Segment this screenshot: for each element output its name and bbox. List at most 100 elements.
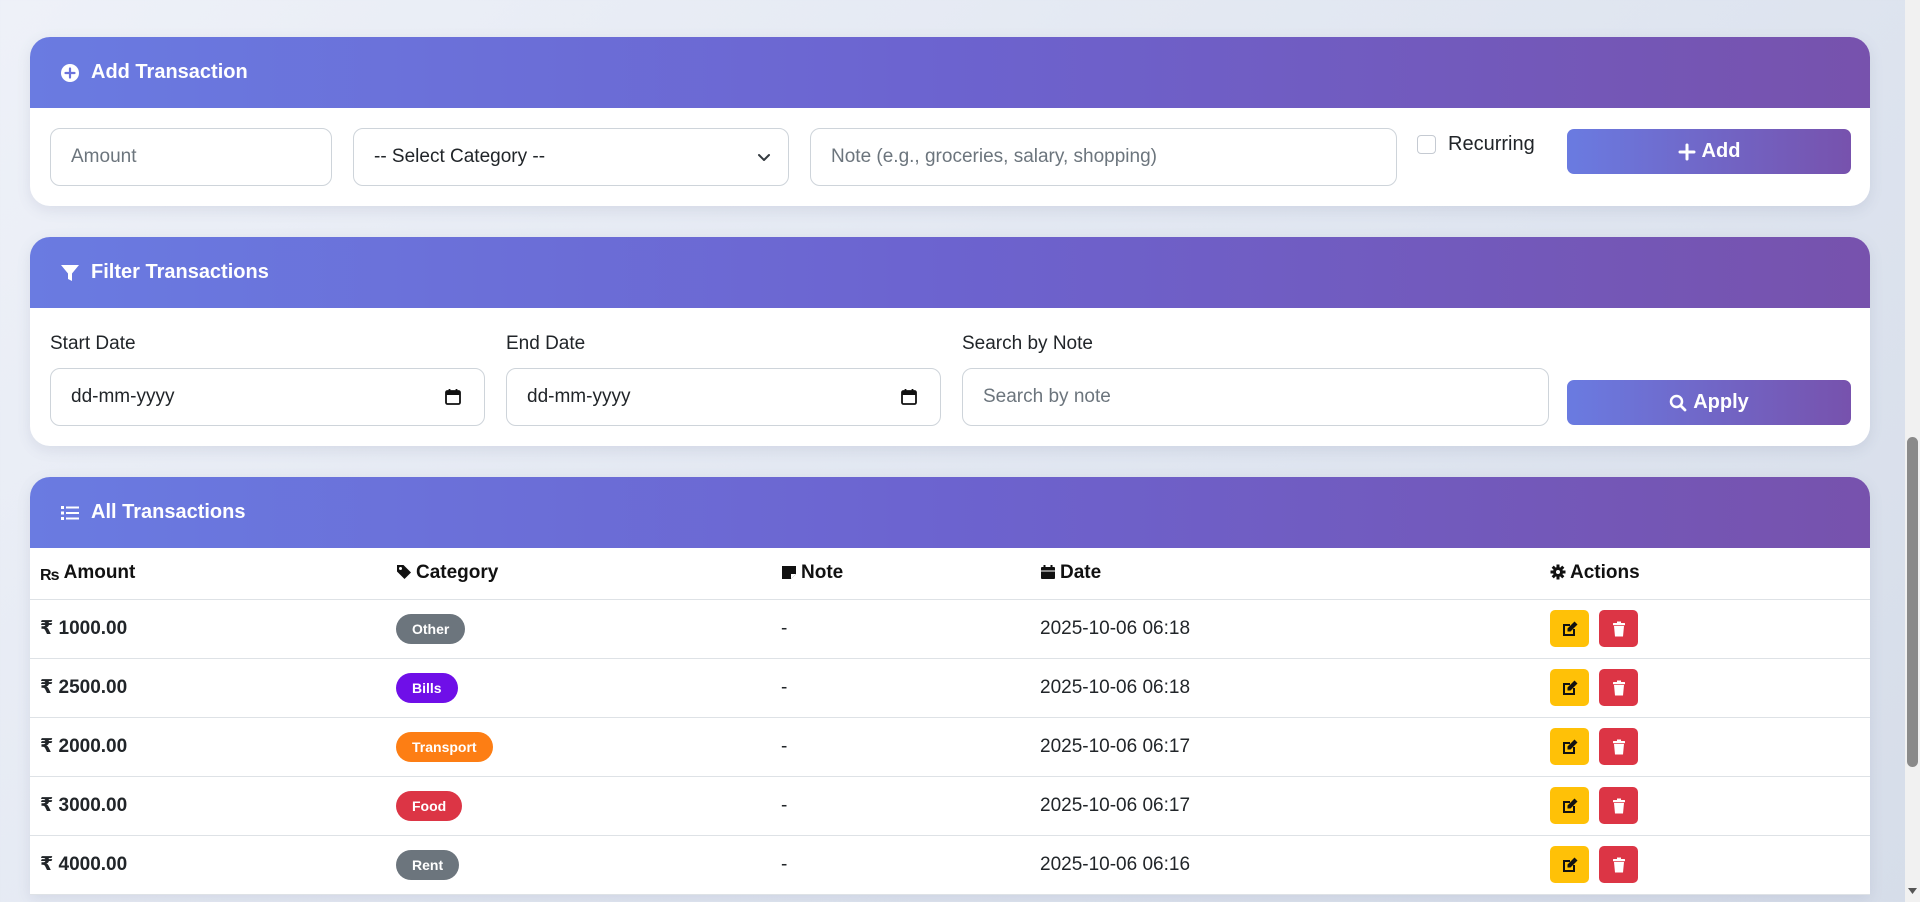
table-row[interactable]: ₹ 4000.00 Rent - 2025-10-06 06:16 [30,835,1870,895]
edit-button[interactable] [1550,728,1589,765]
add-transaction-form: Amount -- Select Category -- Note (e.g.,… [30,108,1870,206]
row-actions [1540,599,1870,659]
column-date[interactable]: Date [1030,548,1540,600]
edit-button[interactable] [1550,610,1589,647]
note-input[interactable]: Note (e.g., groceries, salary, shopping) [810,128,1397,186]
page-content: Add Transaction Amount -- Select Categor… [30,37,1870,902]
start-date-input[interactable]: dd-mm-yyyy [50,368,485,426]
edit-icon [1562,798,1577,813]
add-transaction-header: Add Transaction [30,37,1870,108]
edit-icon [1562,857,1577,872]
search-note-input[interactable]: Search by note [962,368,1549,426]
column-date-label: Date [1060,562,1102,584]
edit-icon [1562,621,1577,636]
calendar-icon[interactable] [444,388,462,406]
tag-icon [397,565,411,580]
row-date: 2025-10-06 06:16 [1030,835,1540,895]
start-date-label: Start Date [50,333,136,354]
column-category[interactable]: Category [386,548,771,600]
recurring-checkbox[interactable] [1417,135,1436,154]
row-amount: ₹ 4000.00 [30,835,386,895]
filter-title: Filter Transactions [91,261,269,283]
edit-icon [1562,739,1577,754]
sticky-note-icon [782,566,796,580]
row-category: Rent [386,835,771,895]
category-select-value: -- Select Category -- [374,146,546,167]
search-note-placeholder: Search by note [983,386,1111,407]
start-date-value: dd-mm-yyyy [71,386,175,407]
add-transaction-title: Add Transaction [91,61,248,83]
rupee-icon: ₨ [40,567,60,585]
row-amount: ₹ 3000.00 [30,776,386,836]
category-badge: Transport [396,731,493,762]
edit-button[interactable] [1550,846,1589,883]
category-badge: Rent [396,849,460,880]
row-note: - [771,776,1030,836]
scroll-down-arrow-icon[interactable] [1907,885,1918,897]
column-note[interactable]: Note [771,548,1030,600]
column-category-label: Category [416,562,499,584]
row-date: 2025-10-06 06:18 [1030,658,1540,718]
end-date-input[interactable]: dd-mm-yyyy [506,368,941,426]
row-category: Transport [386,717,771,777]
filter-header: Filter Transactions [30,237,1870,308]
row-note: - [771,835,1030,895]
gear-icon [1550,564,1566,580]
delete-button[interactable] [1599,787,1638,824]
row-actions [1540,658,1870,718]
table-row[interactable]: ₹ 2000.00 Transport - 2025-10-06 06:17 [30,717,1870,777]
plus-circle-icon [59,62,81,84]
filter-form: Start Date End Date Search by Note dd-mm… [30,308,1870,446]
row-note: - [771,658,1030,718]
column-amount[interactable]: ₨ Amount [30,548,386,600]
filter-icon [59,262,81,284]
amount-input[interactable]: Amount [50,128,332,186]
row-category: Other [386,599,771,659]
end-date-value: dd-mm-yyyy [527,386,631,407]
column-note-label: Note [801,562,844,584]
row-actions [1540,776,1870,836]
delete-button[interactable] [1599,846,1638,883]
plus-icon [1678,143,1696,160]
delete-button[interactable] [1599,728,1638,765]
transactions-body: ₹ 1000.00 Other - 2025-10-06 06:18 ₹ 250… [30,599,1870,895]
recurring-label: Recurring [1448,133,1535,155]
category-badge: Bills [396,672,458,703]
end-date-label: End Date [506,333,586,354]
row-date: 2025-10-06 06:17 [1030,776,1540,836]
note-placeholder: Note (e.g., groceries, salary, shopping) [831,146,1157,167]
calendar-icon[interactable] [900,388,918,406]
column-actions: Actions [1540,548,1870,600]
vertical-scrollbar[interactable] [1905,0,1920,902]
row-amount: ₹ 2000.00 [30,717,386,777]
column-amount-label: Amount [63,562,136,584]
row-category: Bills [386,658,771,718]
row-note: - [771,717,1030,777]
category-badge: Other [396,613,466,644]
transactions-card: All Transactions ₨Amount Category Note [30,477,1870,895]
row-note: - [771,599,1030,659]
search-icon [1669,394,1687,411]
apply-button[interactable]: Apply [1567,380,1851,425]
apply-button-label: Apply [1693,391,1749,413]
add-button[interactable]: Add [1567,129,1851,174]
delete-button[interactable] [1599,610,1638,647]
trash-icon [1612,680,1625,695]
table-row[interactable]: ₹ 3000.00 Food - 2025-10-06 06:17 [30,776,1870,836]
scrollbar-thumb[interactable] [1907,437,1918,767]
category-select[interactable]: -- Select Category -- [353,128,789,186]
edit-button[interactable] [1550,787,1589,824]
delete-button[interactable] [1599,669,1638,706]
table-row[interactable]: ₹ 2500.00 Bills - 2025-10-06 06:18 [30,658,1870,718]
transactions-title: All Transactions [91,501,246,523]
add-transaction-card: Add Transaction Amount -- Select Categor… [30,37,1870,206]
row-actions [1540,717,1870,777]
recurring-toggle[interactable]: Recurring [1417,133,1535,156]
row-actions [1540,835,1870,895]
column-actions-label: Actions [1570,562,1640,584]
edit-button[interactable] [1550,669,1589,706]
list-icon [59,502,81,524]
table-row[interactable]: ₹ 1000.00 Other - 2025-10-06 06:18 [30,599,1870,659]
category-badge: Food [396,790,463,821]
calendar-icon [1041,565,1055,580]
